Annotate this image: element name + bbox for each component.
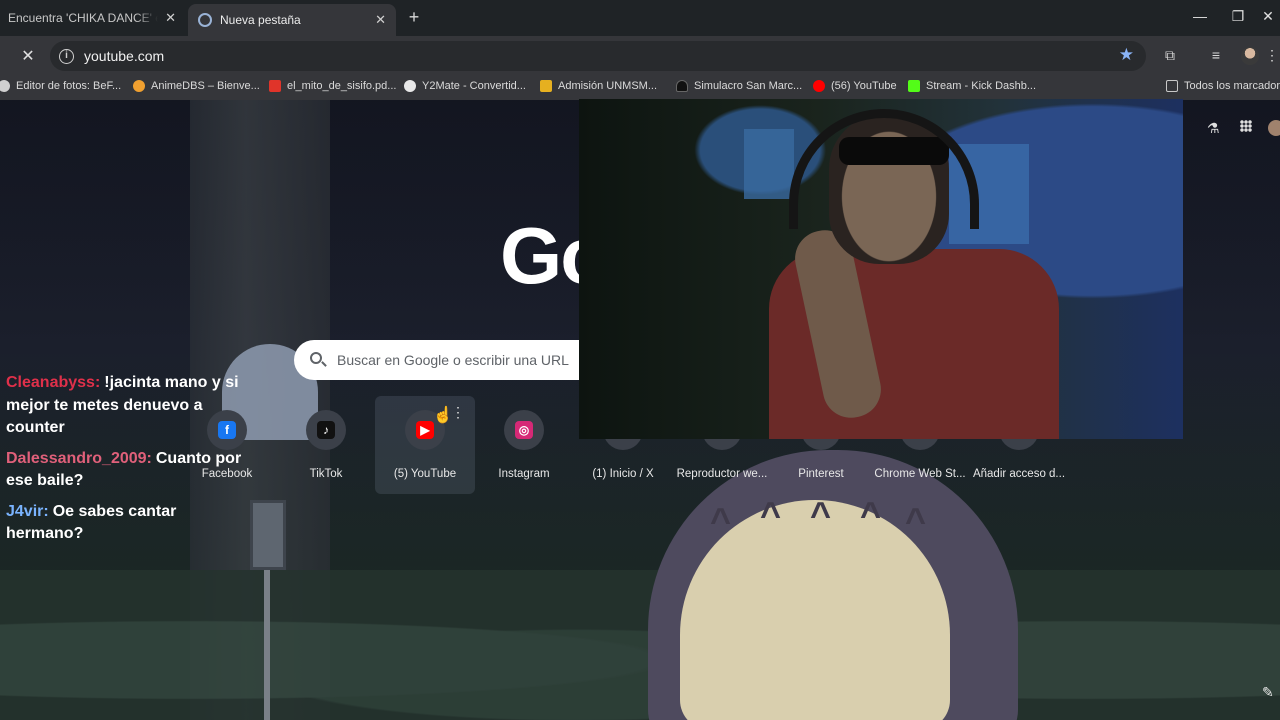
belly-chevron-icon: ^ (810, 494, 832, 535)
unmsm-icon (540, 80, 552, 92)
headset-icon (789, 109, 979, 229)
new-tab-favicon-icon (198, 13, 212, 27)
url-text[interactable]: youtube.com (84, 48, 164, 64)
wall-poster (744, 129, 794, 199)
bookmark-label: Y2Mate - Convertid... (422, 80, 526, 92)
belly-chevron-icon: ^ (905, 500, 927, 541)
shortcut-icon-circle: ◎ (504, 410, 544, 450)
tab-tiktok-search[interactable]: Encuentra 'CHIKA DANCE' en Tik ✕ (0, 0, 186, 36)
background-totoro-belly: ^ ^ ^ ^ ^ (680, 494, 950, 720)
new-tab-button[interactable]: + (404, 7, 424, 28)
chat-username: Cleanabyss: (6, 374, 101, 391)
bookmark-label: Simulacro San Marc... (694, 80, 803, 92)
browser-toolbar: ✕ i youtube.com ★ ⧉ ≡ ⋮ (0, 36, 1280, 76)
close-window-button[interactable]: ✕ (1258, 8, 1278, 25)
bookmark-sisifo-pdf[interactable]: el_mito_de_sisifo.pd... (269, 80, 396, 92)
bookmark-befunky[interactable]: Editor de fotos: BeF... (0, 80, 121, 92)
ntp-search-box[interactable]: Buscar en Google o escribir una URL (294, 340, 594, 380)
stream-chat-overlay: Cleanabyss: !jacinta mano y si mejor te m… (6, 372, 251, 554)
bookmark-label: Stream - Kick Dashb... (926, 80, 1037, 92)
shortcut-label: (5) YouTube (393, 468, 457, 480)
background-bushes (0, 570, 1280, 720)
ntp-profile-avatar[interactable] (1268, 120, 1280, 136)
apps-grid-icon[interactable] (1240, 120, 1252, 132)
pdf-icon (269, 80, 281, 92)
site-info-icon[interactable]: i (59, 48, 74, 64)
chat-username: J4vir: (6, 502, 49, 520)
y2mate-icon (404, 80, 416, 92)
bookmark-simulacro[interactable]: Simulacro San Marc... (676, 80, 802, 92)
browser-menu-icon[interactable]: ⋮ (1262, 47, 1280, 64)
youtube-icon (813, 80, 825, 92)
shortcut-tile[interactable]: ◎ Instagram (474, 396, 574, 494)
background-pole (264, 570, 270, 720)
shortcut-tile[interactable]: ▶ (5) YouTube ⋮ (375, 396, 475, 494)
shortcut-label: TikTok (309, 468, 343, 480)
befunky-icon (0, 80, 10, 92)
tab-title: Nueva pestaña (220, 13, 301, 27)
chat-username: Dalessandro_2009: (6, 449, 152, 467)
search-placeholder[interactable]: Buscar en Google o escribir una URL (337, 352, 569, 368)
kick-icon (908, 80, 920, 92)
folder-icon (1166, 80, 1178, 92)
simulacro-icon (676, 80, 688, 92)
bookmark-label: Admisión UNMSM... (558, 80, 658, 92)
tab-close-icon[interactable]: ✕ (165, 10, 176, 26)
restore-button[interactable]: ❐ (1228, 8, 1248, 25)
shortcut-label: Pinterest (798, 468, 844, 480)
shortcut-tile[interactable]: ♪ TikTok (276, 396, 376, 494)
belly-chevron-icon: ^ (710, 500, 732, 541)
bookmark-youtube[interactable]: (56) YouTube (813, 80, 897, 92)
shortcut-label: (1) Inicio / X (592, 468, 654, 480)
bookmark-label: AnimeDBS – Bienve... (151, 80, 260, 92)
belly-chevron-icon: ^ (760, 494, 782, 535)
bookmark-star-icon[interactable]: ★ (1119, 45, 1134, 65)
extensions-icon[interactable]: ⧉ (1160, 47, 1180, 64)
mouse-cursor-icon: ☝ (433, 407, 453, 424)
animedbs-icon (133, 80, 145, 92)
bookmark-animedbs[interactable]: AnimeDBS – Bienve... (133, 80, 260, 92)
tab-new-tab[interactable]: Nueva pestaña ✕ (188, 4, 396, 36)
bookmark-label: (56) YouTube (831, 80, 897, 92)
search-icon (310, 352, 322, 364)
shortcut-more-options-icon[interactable]: ⋮ (451, 404, 465, 421)
stop-loading-button[interactable]: ✕ (18, 46, 38, 66)
bookmark-label: Editor de fotos: BeF... (16, 80, 122, 92)
minimize-button[interactable]: — (1190, 8, 1210, 24)
shortcut-label: Añadir acceso d... (972, 468, 1066, 480)
bookmark-label: Todos los marcadores (1184, 80, 1280, 92)
customize-pencil-icon[interactable]: ✎ (1262, 684, 1274, 701)
bookmark-label: el_mito_de_sisifo.pd... (287, 80, 397, 92)
labs-icon[interactable]: ⚗ (1207, 120, 1220, 137)
bookmark-all-bookmarks[interactable]: Todos los marcadores (1166, 80, 1280, 92)
chat-message: J4vir: Oe sabes cantar hermano? (6, 501, 251, 546)
webcam-overlay (579, 99, 1183, 439)
tab-close-icon[interactable]: ✕ (375, 12, 386, 28)
profile-avatar[interactable] (1241, 47, 1259, 65)
belly-chevron-icon: ^ (860, 494, 882, 535)
address-bar[interactable]: i youtube.com ★ (50, 41, 1146, 71)
media-controls-icon[interactable]: ≡ (1206, 47, 1226, 63)
tab-title: Encuentra 'CHIKA DANCE' en Tik (8, 11, 158, 25)
bookmark-y2mate[interactable]: Y2Mate - Convertid... (404, 80, 526, 92)
bookmark-kick[interactable]: Stream - Kick Dashb... (908, 80, 1036, 92)
shortcut-label: Reproductor we... (676, 468, 768, 480)
background-bus-stop-sign (250, 500, 286, 570)
shortcut-label: Chrome Web St... (874, 468, 966, 480)
bookmark-unmsm[interactable]: Admisión UNMSM... (540, 80, 657, 92)
chat-message: Cleanabyss: !jacinta mano y si mejor te m… (6, 372, 251, 440)
tiktok-icon: ♪ (317, 421, 335, 439)
shortcut-label: Instagram (498, 468, 550, 480)
bookmarks-bar: Editor de fotos: BeF... AnimeDBS – Bienv… (0, 76, 1280, 100)
instagram-icon: ◎ (515, 421, 533, 439)
shortcut-icon-circle: ♪ (306, 410, 346, 450)
youtube-icon: ▶ (416, 421, 434, 439)
chat-message: Dalessandro_2009: Cuanto por ese baile? (6, 448, 251, 493)
tab-strip: Encuentra 'CHIKA DANCE' en Tik ✕ Nueva p… (0, 0, 1280, 36)
